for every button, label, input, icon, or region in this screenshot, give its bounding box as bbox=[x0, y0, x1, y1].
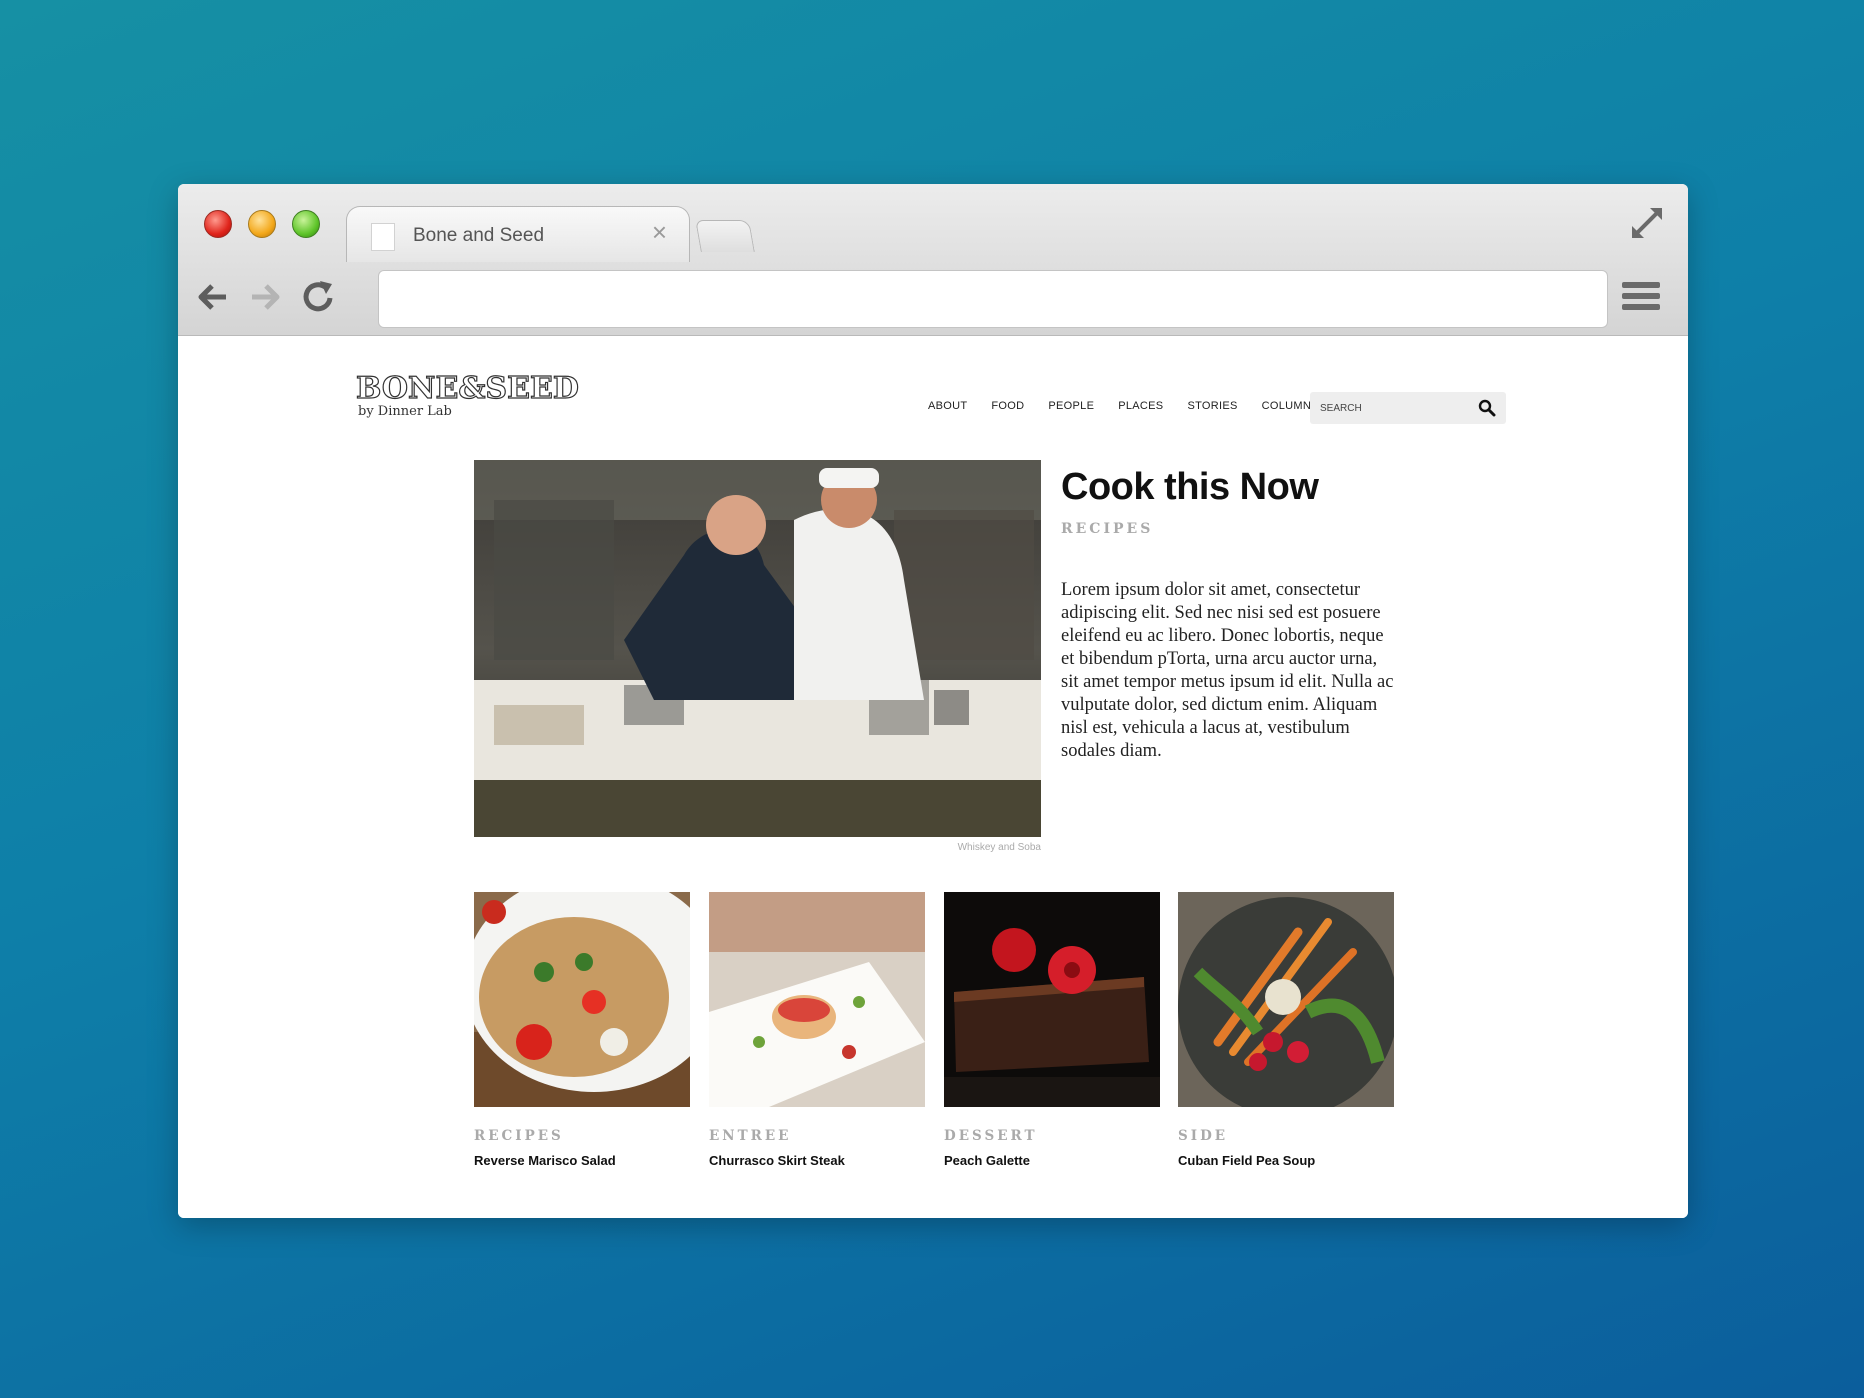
article-card[interactable]: SIDE Cuban Field Pea Soup bbox=[1178, 892, 1394, 1168]
article-card[interactable]: ENTREE Churrasco Skirt Steak bbox=[709, 892, 925, 1168]
page-icon bbox=[371, 223, 395, 251]
tab-title: Bone and Seed bbox=[413, 225, 545, 246]
new-tab-button[interactable] bbox=[695, 220, 755, 252]
hero-image[interactable] bbox=[474, 460, 1041, 837]
card-category[interactable]: DESSERT bbox=[944, 1128, 1160, 1144]
nav-places[interactable]: PLACES bbox=[1118, 400, 1163, 412]
browser-tab[interactable]: Bone and Seed × bbox=[346, 206, 690, 262]
close-icon[interactable]: × bbox=[652, 219, 667, 245]
main-nav: ABOUT FOOD PEOPLE PLACES STORIES COLUMNS bbox=[928, 400, 1343, 412]
logo-subtitle: by Dinner Lab bbox=[358, 404, 452, 419]
hero-title[interactable]: Cook this Now bbox=[1061, 466, 1319, 509]
back-arrow-icon[interactable] bbox=[192, 276, 234, 318]
card-category[interactable]: SIDE bbox=[1178, 1128, 1394, 1144]
article-card[interactable]: DESSERT Peach Galette bbox=[944, 892, 1160, 1168]
card-image[interactable] bbox=[474, 892, 690, 1107]
search-icon[interactable] bbox=[1478, 399, 1496, 417]
address-bar[interactable] bbox=[378, 270, 1608, 328]
site-logo[interactable]: BONE&SEED by Dinner Lab bbox=[355, 371, 579, 424]
search-input[interactable] bbox=[1320, 398, 1460, 418]
card-image[interactable] bbox=[944, 892, 1160, 1107]
fullscreen-icon[interactable] bbox=[1628, 204, 1666, 242]
hero-body: Lorem ipsum dolor sit amet, consectetur … bbox=[1061, 580, 1394, 761]
card-title[interactable]: Churrasco Skirt Steak bbox=[709, 1153, 925, 1168]
card-category[interactable]: ENTREE bbox=[709, 1128, 925, 1144]
hamburger-menu-icon[interactable] bbox=[1622, 282, 1660, 314]
zoom-window-button[interactable] bbox=[292, 210, 320, 238]
forward-arrow-icon[interactable] bbox=[244, 276, 286, 318]
nav-food[interactable]: FOOD bbox=[991, 400, 1024, 412]
nav-stories[interactable]: STORIES bbox=[1187, 400, 1237, 412]
nav-about[interactable]: ABOUT bbox=[928, 400, 967, 412]
card-image[interactable] bbox=[709, 892, 925, 1107]
card-title[interactable]: Peach Galette bbox=[944, 1153, 1160, 1168]
minimize-window-button[interactable] bbox=[248, 210, 276, 238]
article-card[interactable]: RECIPES Reverse Marisco Salad bbox=[474, 892, 690, 1168]
search-box bbox=[1310, 392, 1506, 424]
web-page: BONE&SEED by Dinner Lab ABOUT FOOD PEOPL… bbox=[178, 336, 1688, 1218]
browser-window: Bone and Seed × BONE&SEED by Dinner Lab … bbox=[178, 184, 1688, 1218]
card-category[interactable]: RECIPES bbox=[474, 1128, 690, 1144]
browser-chrome: Bone and Seed × bbox=[178, 184, 1688, 336]
card-title[interactable]: Reverse Marisco Salad bbox=[474, 1153, 690, 1168]
card-image[interactable] bbox=[1178, 892, 1394, 1107]
nav-people[interactable]: PEOPLE bbox=[1048, 400, 1094, 412]
card-title[interactable]: Cuban Field Pea Soup bbox=[1178, 1153, 1394, 1168]
reload-icon[interactable] bbox=[298, 276, 340, 318]
hero-caption: Whiskey and Soba bbox=[957, 842, 1041, 853]
tab-strip: Bone and Seed × bbox=[178, 184, 1688, 262]
logo-wordmark: BONE&SEED bbox=[355, 371, 579, 406]
browser-toolbar bbox=[178, 260, 1688, 336]
hero-category[interactable]: RECIPES bbox=[1061, 521, 1153, 537]
close-window-button[interactable] bbox=[204, 210, 232, 238]
